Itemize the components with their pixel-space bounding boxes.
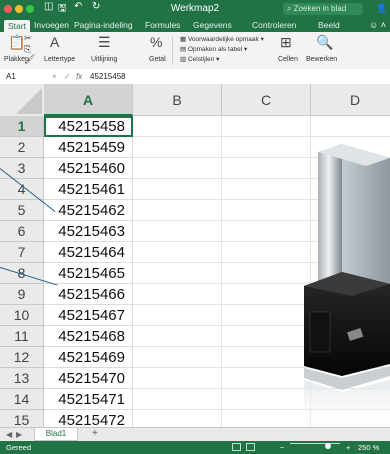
conditional-formatting-label: Voorwaardelijke opmaak [187,36,259,43]
conditional-formatting-icon: ▦ [180,36,188,43]
font-icon[interactable]: A [50,34,59,50]
format-as-table-button[interactable]: ▤ Opmaken als tabel ▾ [180,45,247,53]
sheet-tabs-bar: ◀ ▶ Blad1 + [0,427,390,442]
cell-a[interactable]: 45215471 [44,389,133,410]
search-sheet-input[interactable]: ⌕ Zoeken in blad [283,3,363,15]
zoom-slider[interactable] [290,443,340,444]
previous-sheet-icon[interactable]: ◀ [6,430,12,439]
cell-styles-button[interactable]: ▥ Celstijlen ▾ [180,55,219,63]
smiley-feedback-icon[interactable]: ☺ ˄ [369,20,386,30]
row-header[interactable]: 2 [0,137,44,158]
normal-view-icon[interactable] [232,443,241,451]
conditional-formatting-button[interactable]: ▦ Voorwaardelijke opmaak ▾ [180,35,264,43]
row-header[interactable]: 12 [0,347,44,368]
row-header[interactable]: 5 [0,200,44,221]
cells-button-label[interactable]: Cellen [278,56,298,63]
active-cell-a1[interactable]: 45215458 [44,116,133,137]
number-button-label[interactable]: Getal [149,56,166,63]
paste-icon[interactable]: 📋 [8,34,25,51]
format-as-table-icon: ▤ [180,46,188,53]
share-icon[interactable]: 👤 [376,3,387,14]
zoom-out-icon[interactable]: − [280,443,284,452]
zoom-level: 250 % [358,443,380,452]
row-header[interactable]: 1 [0,116,44,137]
grid-line [133,136,390,137]
cell-a[interactable]: 45215470 [44,368,133,389]
editing-button-label[interactable]: Bewerken [306,56,337,63]
ribbon-tabs: Start Invoegen Pagina-indeling Formules … [0,19,390,32]
formula-bar: A1 × ✓ fx 45215458 [0,69,390,85]
row-header[interactable]: 15 [0,410,44,427]
row-header[interactable]: 13 [0,368,44,389]
row-header[interactable]: 3 [0,158,44,179]
cell-a[interactable]: 45215472 [44,410,133,427]
tab-controleren[interactable]: Controleren [252,20,296,30]
ribbon-separator [172,36,173,65]
tab-formules[interactable]: Formules [145,20,180,30]
cells-icon[interactable]: ⊞ [280,34,292,51]
cell-a[interactable]: 45215468 [44,326,133,347]
row-header[interactable]: 11 [0,326,44,347]
cell-a[interactable]: 45215464 [44,242,133,263]
cell-a[interactable]: 45215462 [44,200,133,221]
cell-a[interactable]: 45215469 [44,347,133,368]
next-sheet-icon[interactable]: ▶ [16,430,22,439]
alignment-button-label[interactable]: Uitlijning [91,56,117,63]
search-placeholder: Zoeken in blad [293,4,347,13]
function-icon[interactable]: fx [76,72,82,81]
tab-pagina-indeling[interactable]: Pagina-indeling [74,20,133,30]
column-header-c[interactable]: C [222,84,311,116]
tab-start[interactable]: Start [4,20,30,32]
cell-styles-icon: ▥ [180,56,188,63]
tab-gegevens[interactable]: Gegevens [193,20,232,30]
cell-a[interactable]: 45215463 [44,221,133,242]
row-header[interactable]: 14 [0,389,44,410]
cell-a[interactable]: 45215467 [44,305,133,326]
status-ready: Gereed [6,443,32,452]
tab-beeld[interactable]: Beeld [318,20,340,30]
spreadsheet-grid: A B C D 1 45215458 2 45215459 3 45215460 4 4521… [0,84,390,427]
zoom-in-icon[interactable]: + [346,443,350,452]
title-bar: ◫ 🖫 ↶ ↻ Werkmap2 ⌕ Zoeken in blad 👤 [0,0,390,19]
column-header-b[interactable]: B [133,84,222,116]
row-header[interactable]: 9 [0,284,44,305]
column-header-a[interactable]: A [44,84,133,116]
cell-styles-label: Celstijlen [187,56,215,63]
select-all-button[interactable] [0,84,45,117]
search-icon: ⌕ [287,4,294,13]
find-icon[interactable]: 🔍 [316,34,333,51]
page-layout-view-icon[interactable] [246,443,255,451]
column-header-d[interactable]: D [311,84,390,116]
tab-invoegen[interactable]: Invoegen [34,20,69,30]
cell-a[interactable]: 45215466 [44,284,133,305]
cell-a[interactable]: 45215465 [44,263,133,284]
row-header[interactable]: 10 [0,305,44,326]
add-sheet-button[interactable]: + [92,428,98,439]
cell-a[interactable]: 45215459 [44,137,133,158]
ribbon: 📋 ✂ ⎘ 🖌 Plakken A Lettertype ☰ Uitlijnin… [0,32,390,70]
alignment-icon[interactable]: ☰ [98,34,111,51]
format-as-table-label: Opmaken als tabel [187,46,243,53]
status-bar: Gereed − + 250 % [0,441,390,454]
cell-a[interactable]: 45215460 [44,158,133,179]
sheet-tab-blad1[interactable]: Blad1 [34,428,78,441]
name-box[interactable]: A1 [6,72,16,81]
printer-photo [304,144,390,427]
font-button-label[interactable]: Lettertype [44,56,75,63]
paste-button-label[interactable]: Plakken [4,56,29,63]
zoom-slider-handle[interactable] [325,443,331,449]
row-header[interactable]: 7 [0,242,44,263]
row-header[interactable]: 6 [0,221,44,242]
formula-input[interactable]: 45215458 [90,72,126,81]
confirm-icon[interactable]: ✓ [64,72,71,81]
cut-icon[interactable]: ✂ [24,33,32,44]
cell-a[interactable]: 45215461 [44,179,133,200]
grid-line [221,116,222,427]
percent-icon[interactable]: % [150,34,162,50]
cancel-icon[interactable]: × [52,72,57,81]
